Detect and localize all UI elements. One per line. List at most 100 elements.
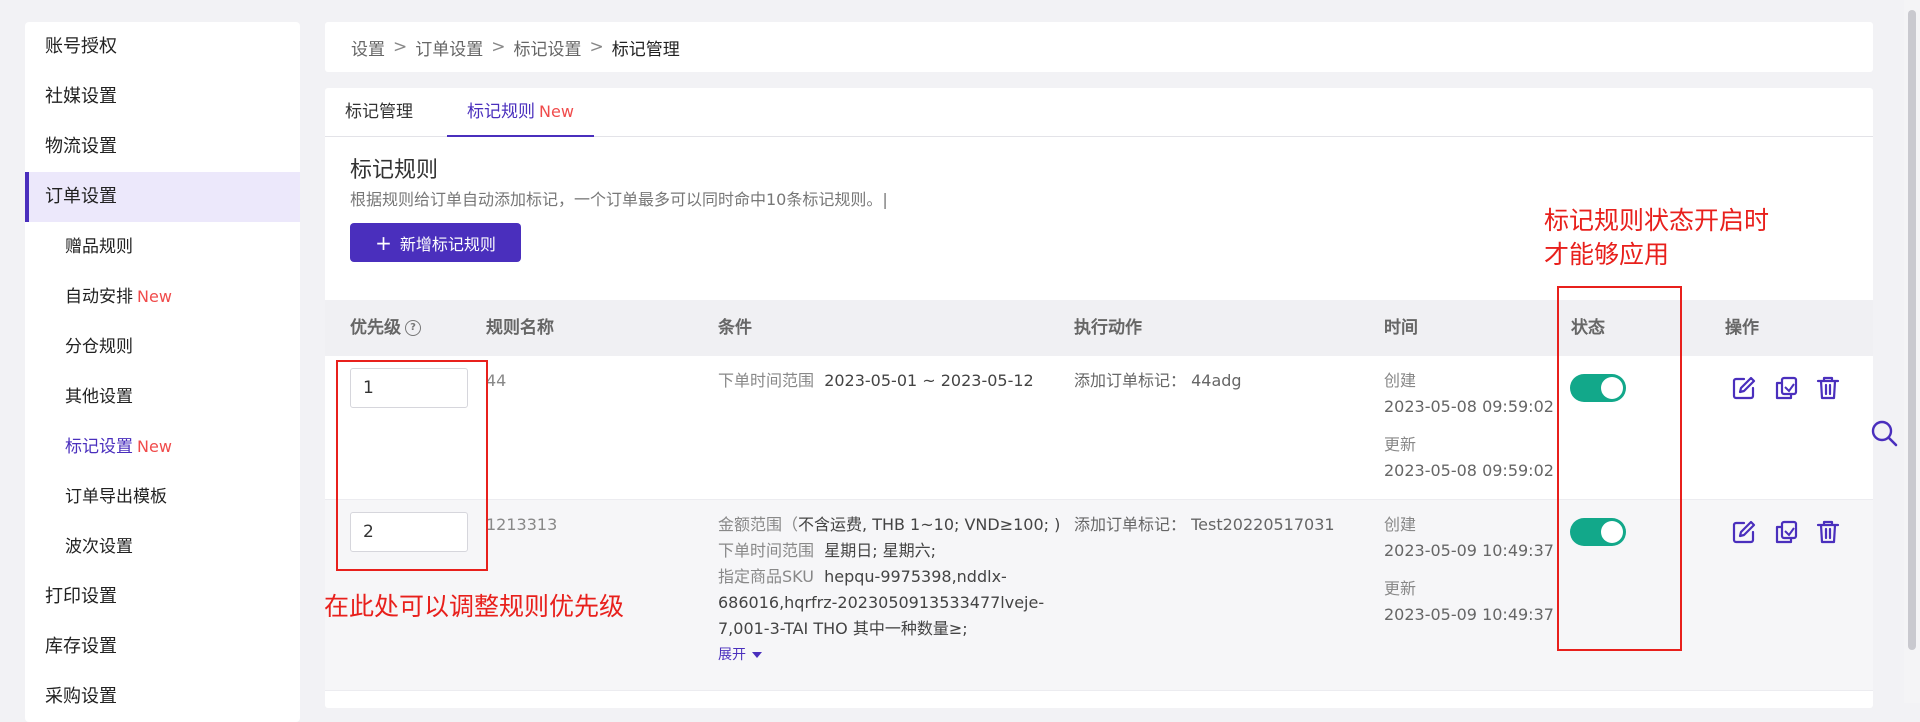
sidebar-item-other-settings[interactable]: 其他设置	[25, 372, 300, 422]
annotation-status-note: 标记规则状态开启时 才能够应用	[1544, 204, 1769, 272]
tab-label: 标记规则	[467, 102, 535, 122]
sidebar-item-print-settings[interactable]: 打印设置	[25, 572, 300, 622]
expand-link[interactable]: 展开	[718, 642, 1060, 668]
tab-bar: 标记管理 标记规则 New	[325, 88, 1873, 137]
section-title: 标记规则	[350, 158, 439, 183]
sidebar-item-label: 库存设置	[45, 636, 117, 657]
created-time: 2023-05-08 09:59:02	[1384, 397, 1554, 416]
updated-label: 更新	[1384, 579, 1417, 598]
tab-mark-management[interactable]: 标记管理	[345, 88, 433, 136]
condition-label: 指定商品SKU	[718, 567, 814, 586]
tab-label: 标记管理	[345, 102, 413, 122]
new-badge: New	[137, 287, 172, 306]
breadcrumb-item-mark-settings[interactable]: 标记设置	[514, 35, 582, 60]
condition-line: 金额范围（不含运费, THB 1~10; VND≥100; )	[718, 512, 1060, 538]
sidebar-item-label: 物流设置	[45, 136, 117, 157]
section-description: 根据规则给订单自动添加标记，一个订单最多可以同时命中10条标记规则。|	[350, 190, 888, 209]
condition-value: 星期日; 星期六;	[824, 541, 937, 560]
copy-icon[interactable]	[1772, 518, 1800, 546]
scrollbar-thumb[interactable]	[1908, 10, 1916, 650]
updated-label: 更新	[1384, 435, 1417, 454]
column-header-action: 执行动作	[1074, 318, 1142, 338]
column-header-priority: 优先级?	[350, 300, 421, 356]
updated-time: 2023-05-08 09:59:02	[1384, 461, 1554, 480]
breadcrumb-item-order-settings[interactable]: 订单设置	[415, 35, 483, 60]
edit-icon[interactable]	[1730, 374, 1758, 402]
sidebar-item-label: 采购设置	[45, 686, 117, 707]
rule-time: 创建 2023-05-08 09:59:02 更新 2023-05-08 09:…	[1384, 368, 1554, 484]
sidebar-item-label: 波次设置	[65, 537, 133, 557]
expand-label: 展开	[718, 647, 746, 663]
sidebar-item-label: 自动安排	[65, 287, 133, 307]
annotation-line: 才能够应用	[1544, 240, 1670, 269]
created-label: 创建	[1384, 515, 1417, 534]
sidebar-item-export-template[interactable]: 订单导出模板	[25, 472, 300, 522]
annotation-box-priority	[336, 360, 488, 571]
sidebar-item-order-settings[interactable]: 订单设置	[25, 172, 300, 222]
sidebar-item-label: 分仓规则	[65, 337, 133, 357]
sidebar-item-wave-settings[interactable]: 波次设置	[25, 522, 300, 572]
sidebar-item-account-auth[interactable]: 账号授权	[25, 22, 300, 72]
sidebar-item-mark-settings[interactable]: 标记设置 New	[25, 422, 300, 472]
row-actions	[1730, 518, 1842, 546]
condition-value: 7,001-3-TAI THO 其中一种数量≥;	[718, 619, 968, 638]
rule-conditions: 下单时间范围 2023-05-01 ~ 2023-05-12	[718, 368, 1034, 394]
created-time: 2023-05-09 10:49:37	[1384, 541, 1554, 560]
rule-time: 创建 2023-05-09 10:49:37 更新 2023-05-09 10:…	[1384, 512, 1554, 628]
sidebar-item-label: 赠品规则	[65, 237, 133, 257]
new-badge: New	[137, 437, 172, 456]
sidebar-item-gift-rules[interactable]: 赠品规则	[25, 222, 300, 272]
breadcrumb-item-settings[interactable]: 设置	[351, 35, 385, 60]
condition-value: hepqu-9975398,nddlx-	[824, 567, 1007, 586]
copy-icon[interactable]	[1772, 374, 1800, 402]
sidebar-item-social[interactable]: 社媒设置	[25, 72, 300, 122]
rule-action: 添加订单标记： 44adg	[1074, 371, 1242, 390]
delete-icon[interactable]	[1814, 518, 1842, 546]
condition-label: 下单时间范围	[718, 541, 815, 560]
row-actions	[1730, 374, 1842, 402]
annotation-line: 标记规则状态开启时	[1544, 206, 1770, 235]
add-button-label: 新增标记规则	[399, 234, 496, 254]
created-label: 创建	[1384, 371, 1417, 390]
breadcrumb-current: 标记管理	[611, 39, 680, 60]
sidebar-item-label: 标记设置	[65, 437, 133, 457]
header-label: 优先级	[350, 318, 401, 338]
tab-mark-rules[interactable]: 标记规则 New	[447, 88, 594, 137]
rule-action: 添加订单标记： Test20220517031	[1074, 515, 1335, 534]
sidebar-item-label: 账号授权	[45, 36, 117, 57]
condition-line: 下单时间范围 2023-05-01 ~ 2023-05-12	[718, 368, 1034, 394]
help-icon[interactable]: ?	[405, 320, 421, 336]
condition-value: 2023-05-01 ~ 2023-05-12	[824, 371, 1034, 390]
scrollbar[interactable]	[1904, 0, 1920, 703]
sidebar-item-purchase-settings[interactable]: 采购设置	[25, 672, 300, 722]
sidebar-item-inventory-settings[interactable]: 库存设置	[25, 622, 300, 672]
condition-line: 下单时间范围 星期日; 星期六;	[718, 538, 1060, 564]
condition-value: 686016,hqrfrz-2023050913533477lveje-	[718, 593, 1045, 612]
annotation-priority-note: 在此处可以调整规则优先级	[324, 592, 625, 621]
condition-label: 金额范围（	[718, 515, 799, 534]
condition-line: 686016,hqrfrz-2023050913533477lveje-	[718, 590, 1060, 616]
new-badge: New	[539, 102, 574, 121]
sidebar-item-logistics[interactable]: 物流设置	[25, 122, 300, 172]
column-header-condition: 条件	[718, 318, 752, 338]
column-header-ops: 操作	[1725, 318, 1759, 338]
condition-line: 7,001-3-TAI THO 其中一种数量≥;	[718, 616, 1060, 642]
sidebar-item-label: 其他设置	[65, 387, 133, 407]
add-mark-rule-button[interactable]: + 新增标记规则	[350, 223, 521, 262]
sidebar-item-auto-arrange[interactable]: 自动安排 New	[25, 272, 300, 322]
updated-time: 2023-05-09 10:49:37	[1384, 605, 1554, 624]
condition-label: 下单时间范围	[718, 371, 815, 390]
breadcrumb-separator: >	[589, 37, 604, 57]
annotation-box-status	[1557, 286, 1682, 651]
plus-icon: +	[375, 230, 392, 255]
rule-name: 1213313	[486, 515, 558, 534]
sidebar-item-label: 社媒设置	[45, 86, 117, 107]
sidebar-item-label: 打印设置	[45, 586, 117, 607]
edit-icon[interactable]	[1730, 518, 1758, 546]
rule-name: 44	[486, 371, 507, 390]
column-header-name: 规则名称	[486, 318, 554, 338]
breadcrumb-separator: >	[393, 37, 408, 57]
search-icon[interactable]	[1869, 418, 1899, 448]
delete-icon[interactable]	[1814, 374, 1842, 402]
sidebar-item-warehouse-rules[interactable]: 分仓规则	[25, 322, 300, 372]
